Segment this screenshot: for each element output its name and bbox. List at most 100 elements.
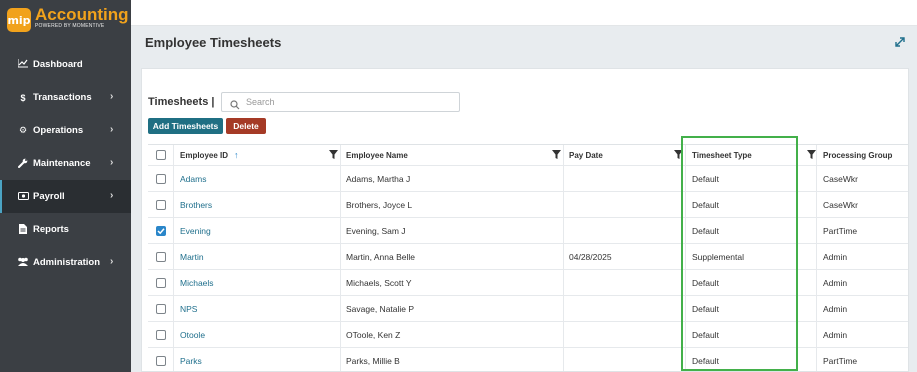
processing-group-cell: CaseWkr [823,199,858,210]
processing-group-cell: Admin [823,251,848,262]
employee-name-cell: Parks, Millie B [346,355,400,366]
search-box[interactable] [221,92,460,112]
app-logo[interactable]: mip Accounting POWERED BY MOMENTIVE [0,0,131,44]
sidebar-item-label: Payroll [33,191,65,202]
timesheet-type-cell: Default [692,173,719,184]
column-header-label: Employee ID [180,150,229,160]
employee-name-cell: Savage, Natalie P [346,303,415,314]
panel-title: Timesheets | [148,96,215,108]
search-input[interactable] [246,97,446,107]
sidebar-item-transactions[interactable]: $ Transactions › [0,81,131,114]
column-header-label: Employee Name [346,150,408,160]
sidebar-item-operations[interactable]: ⚙ Operations › [0,114,131,147]
row-checkbox[interactable] [156,199,166,210]
employee-id-link[interactable]: Adams [180,166,206,191]
page-header: Employee Timesheets [131,26,917,58]
table-row[interactable]: Brothers Brothers, Joyce L Default CaseWkr [148,192,908,218]
table-row[interactable]: Otoole OToole, Ken Z Default Admin [148,322,908,348]
row-checkbox[interactable] [156,303,166,314]
top-bar [131,0,917,26]
sidebar-item-label: Dashboard [33,59,83,70]
timesheets-table: Employee ID ↑ Employee Name Pay Date Tim… [148,144,908,371]
column-header-employee-id[interactable]: Employee ID ↑ [180,145,239,165]
filter-icon[interactable] [807,150,816,159]
timesheet-type-cell: Default [692,199,719,210]
sidebar-item-label: Administration [33,257,101,268]
row-checkbox[interactable] [156,277,166,288]
processing-group-cell: Admin [823,303,848,314]
wrench-icon [17,158,29,170]
chart-line-icon [17,59,29,70]
processing-group-cell: PartTime [823,225,858,236]
logo-subtitle: POWERED BY MOMENTIVE [35,23,105,29]
timesheet-type-cell: Default [692,355,719,366]
page-title: Employee Timesheets [145,35,282,50]
sort-ascending-icon[interactable]: ↑ [234,150,239,160]
logo-mark: mip [7,8,31,32]
select-all-checkbox[interactable] [156,150,166,160]
row-select-cell [156,270,166,295]
table-row[interactable]: Parks Parks, Millie B Default PartTime [148,348,908,371]
row-select-cell [156,192,166,217]
expand-icon[interactable] [893,35,907,49]
sidebar-item-label: Maintenance [33,158,91,169]
sidebar-item-maintenance[interactable]: Maintenance › [0,147,131,180]
row-checkbox[interactable] [156,329,166,340]
sidebar-item-payroll[interactable]: Payroll › [0,180,131,213]
employee-name-cell: Evening, Sam J [346,225,406,236]
employee-id-link[interactable]: Brothers [180,192,212,217]
column-header-label: Timesheet Type [692,150,752,160]
select-all-cell [156,145,166,165]
row-select-cell [156,348,166,371]
table-row[interactable]: Adams Adams, Martha J Default CaseWkr [148,166,908,192]
employee-id-link[interactable]: Michaels [180,270,214,295]
column-header-timesheet-type[interactable]: Timesheet Type [692,145,752,165]
employee-name-cell: OToole, Ken Z [346,329,401,340]
column-header-processing-group[interactable]: Processing Group [823,145,892,165]
sidebar-item-reports[interactable]: Reports [0,213,131,246]
chevron-right-icon: › [110,256,114,267]
sidebar: mip Accounting POWERED BY MOMENTIVE Dash… [0,0,131,372]
table-row[interactable]: Martin Martin, Anna Belle 04/28/2025 Supple… [148,244,908,270]
chevron-right-icon: › [110,91,114,102]
employee-id-link[interactable]: Parks [180,348,202,371]
check-icon [157,227,165,234]
filter-icon[interactable] [329,150,338,159]
row-select-cell [156,218,166,243]
row-checkbox[interactable] [156,225,166,236]
users-icon [17,257,29,268]
sidebar-item-label: Reports [33,224,69,235]
filter-icon[interactable] [674,150,683,159]
sidebar-nav: Dashboard $ Transactions › ⚙ Operations … [0,48,131,279]
add-timesheets-button[interactable]: Add Timesheets [148,118,223,134]
search-icon [230,97,240,110]
column-header-label: Processing Group [823,150,893,160]
employee-name-cell: Adams, Martha J [346,173,411,184]
content-area: Timesheets | Add Timesheets Delete Emplo… [131,58,917,372]
column-header-pay-date[interactable]: Pay Date [569,145,603,165]
row-checkbox[interactable] [156,251,166,262]
column-header-employee-name[interactable]: Employee Name [346,145,408,165]
employee-id-link[interactable]: Martin [180,244,204,269]
sidebar-item-dashboard[interactable]: Dashboard [0,48,131,81]
row-select-cell [156,244,166,269]
timesheet-type-cell: Default [692,225,719,236]
table-row[interactable]: Evening Evening, Sam J Default PartTime [148,218,908,244]
row-select-cell [156,322,166,347]
sidebar-item-administration[interactable]: Administration › [0,246,131,279]
file-icon [17,223,29,236]
employee-id-link[interactable]: Otoole [180,322,205,347]
processing-group-cell: PartTime [823,355,858,366]
filter-icon[interactable] [552,150,561,159]
sidebar-item-label: Operations [33,125,84,136]
gears-icon: ⚙ [18,125,28,135]
row-checkbox[interactable] [156,355,166,366]
employee-id-link[interactable]: Evening [180,218,211,243]
delete-button[interactable]: Delete [226,118,266,134]
employee-id-link[interactable]: NPS [180,296,197,321]
table-row[interactable]: Michaels Michaels, Scott Y Default Admin [148,270,908,296]
timesheet-type-cell: Default [692,303,719,314]
table-row[interactable]: NPS Savage, Natalie P Default Admin [148,296,908,322]
row-checkbox[interactable] [156,173,166,184]
employee-name-cell: Brothers, Joyce L [346,199,413,210]
